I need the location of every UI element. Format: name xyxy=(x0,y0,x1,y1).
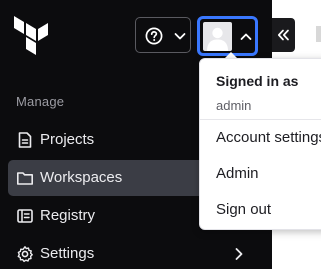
projects-icon xyxy=(18,132,32,148)
chevron-right-icon xyxy=(235,248,243,260)
section-label-manage: Manage xyxy=(16,94,65,109)
app-root: Manage Projects Workspaces Registry Sett… xyxy=(0,0,321,269)
user-menu-button[interactable] xyxy=(197,16,258,56)
signed-in-username: admin xyxy=(216,98,252,113)
menu-item-admin[interactable]: Admin xyxy=(216,165,259,182)
dropdown-divider xyxy=(200,119,321,120)
signed-in-heading: Signed in as xyxy=(216,73,299,89)
folder-icon xyxy=(17,172,33,185)
user-dropdown-menu: Signed in as admin Account settings Admi… xyxy=(199,58,321,230)
chevron-down-icon xyxy=(174,33,186,40)
sidebar-item-label: Projects xyxy=(40,131,95,148)
menu-item-account-settings[interactable]: Account settings xyxy=(216,129,321,146)
collapse-sidebar-button[interactable] xyxy=(272,18,295,52)
help-menu-button[interactable] xyxy=(135,17,191,53)
terraform-logo[interactable] xyxy=(14,16,50,56)
registry-icon xyxy=(17,209,33,223)
sidebar-item-label: Settings xyxy=(40,245,95,262)
help-circle-icon xyxy=(145,27,163,45)
sidebar-item-label: Registry xyxy=(40,207,96,224)
main-content-edge xyxy=(316,26,321,42)
sidebar-item-label: Workspaces xyxy=(40,169,123,186)
sidebar-item-settings[interactable]: Settings xyxy=(8,236,264,269)
double-chevron-left-icon xyxy=(277,29,289,41)
gear-icon xyxy=(17,246,33,263)
chevron-up-icon xyxy=(240,33,252,40)
menu-item-sign-out[interactable]: Sign out xyxy=(216,201,271,218)
user-silhouette-icon xyxy=(207,27,228,51)
avatar xyxy=(203,22,232,51)
